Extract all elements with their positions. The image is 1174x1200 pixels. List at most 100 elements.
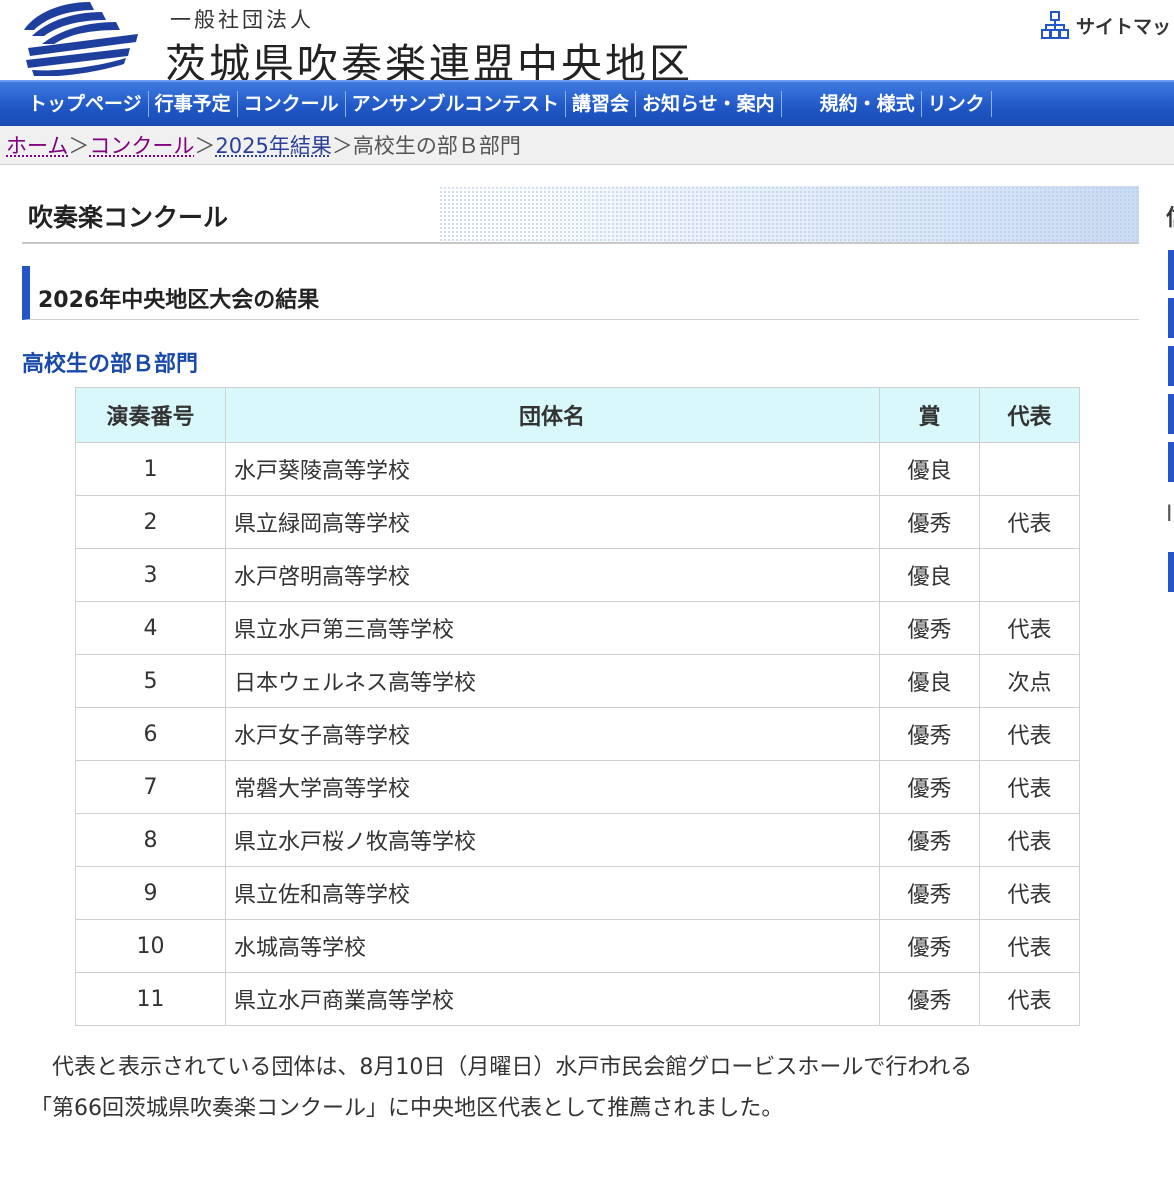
cell-award: 優秀 [879,866,980,920]
table-row: 4 県立水戸第三高等学校 優秀 代表 [75,601,1080,655]
breadcrumb-separator: ＞ [194,134,216,158]
table-row: 11 県立水戸商業高等学校 優秀 代表 [75,972,1080,1026]
cell-award: 優良 [879,548,980,602]
cell-name: 県立水戸商業高等学校 [225,972,880,1026]
cell-award: 優秀 [879,707,980,761]
cell-number: 4 [75,601,226,655]
cell-rep: 代表 [979,866,1080,920]
sitemap-icon [1041,11,1069,39]
cell-number: 6 [75,707,226,761]
table-row: 6 水戸女子高等学校 優秀 代表 [75,707,1080,761]
results-table: 演奏番号 団体名 賞 代表 1 水戸葵陵高等学校 優良 2 県立緑岡高等学校 優… [75,387,1080,1026]
breadcrumb-contest-link[interactable]: コンクール [89,130,194,160]
cell-number: 10 [75,919,226,973]
breadcrumb-results-link[interactable]: 2025年結果 [215,130,331,160]
table-row: 10 水城高等学校 優秀 代表 [75,919,1080,973]
breadcrumb-separator: ＞ [68,134,90,158]
table-row: 1 水戸葵陵高等学校 優良 [75,442,1080,496]
nav-item-rules[interactable]: 規約・様式 [814,91,922,117]
sidebar-item-marker[interactable] [1168,394,1174,434]
cell-rep: 代表 [979,601,1080,655]
cell-rep [979,442,1080,496]
sidebar-item-marker[interactable] [1168,346,1174,386]
sidebar-item-marker[interactable] [1168,298,1174,338]
cell-name: 水戸葵陵高等学校 [225,442,880,496]
column-header-number: 演奏番号 [75,387,226,443]
nav-item-top[interactable]: トップページ [0,91,149,117]
note-line-2: 「第66回茨城県吹奏楽コンクール」に中央地区代表として推薦されました。 [30,1096,784,1121]
table-header-row: 演奏番号 団体名 賞 代表 [75,387,1080,443]
breadcrumb-separator: ＞ [331,134,353,158]
cell-number: 9 [75,866,226,920]
cell-name: 水戸女子高等学校 [225,707,880,761]
nav-item-contest[interactable]: コンクール [238,91,346,117]
table-row: 7 常磐大学高等学校 優秀 代表 [75,760,1080,814]
cell-number: 11 [75,972,226,1026]
cell-name: 常磐大学高等学校 [225,760,880,814]
nav-item-news[interactable]: お知らせ・案内 [636,91,782,117]
cell-rep: 代表 [979,495,1080,549]
nav-item-events[interactable]: 行事予定 [149,91,238,117]
cell-number: 3 [75,548,226,602]
sidebar-item-marker[interactable] [1168,442,1174,482]
cell-name: 水城高等学校 [225,919,880,973]
heading-pattern [439,186,1139,242]
page-title: 吹奏楽コンクール [28,203,229,232]
table-row: 5 日本ウェルネス高等学校 優良 次点 [75,654,1080,708]
cell-award: 優秀 [879,760,980,814]
sidebar-item-marker[interactable] [1168,250,1174,290]
sidebar-item-fragment: I [1166,502,1173,527]
cell-award: 優良 [879,654,980,708]
nav-item-ensemble[interactable]: アンサンブルコンテスト [346,91,566,117]
cell-award: 優秀 [879,919,980,973]
cell-award: 優秀 [879,813,980,867]
cell-number: 1 [75,442,226,496]
column-header-award: 賞 [879,387,980,443]
cell-award: 優良 [879,442,980,496]
cell-rep: 代表 [979,972,1080,1026]
cell-number: 8 [75,813,226,867]
main-nav: トップページ 行事予定 コンクール アンサンブルコンテスト 講習会 お知らせ・案… [0,80,1174,126]
sitemap-link[interactable]: サイトマッ [1040,8,1171,42]
table-row: 2 県立緑岡高等学校 優秀 代表 [75,495,1080,549]
cell-name: 日本ウェルネス高等学校 [225,654,880,708]
breadcrumb: ホーム ＞ コンクール ＞ 2025年結果 ＞ 高校生の部Ｂ部門 [0,126,1174,165]
nav-item-links[interactable]: リンク [922,91,992,117]
cell-name: 県立佐和高等学校 [225,866,880,920]
cell-award: 優秀 [879,972,980,1026]
representative-note: 代表と表示されている団体は、8月10日（月曜日）水戸市民会館グロービスホールで行… [30,1047,1130,1129]
table-row: 8 県立水戸桜ノ牧高等学校 優秀 代表 [75,813,1080,867]
results-heading: 2026年中央地区大会の結果 [22,266,1139,320]
breadcrumb-current: 高校生の部Ｂ部門 [352,134,521,158]
results-title: 2026年中央地区大会の結果 [38,288,320,313]
cell-name: 水戸啓明高等学校 [225,548,880,602]
sidebar-item-marker[interactable] [1168,552,1174,592]
column-header-name: 団体名 [225,387,880,443]
cell-rep: 代表 [979,919,1080,973]
site-header: 一般社団法人 茨城県吹奏楽連盟中央地区 サイトマッ [0,0,1174,88]
sidebar-heading-fragment: 信 [1166,200,1174,232]
division-title: 高校生の部Ｂ部門 [22,352,199,377]
cell-rep: 代表 [979,813,1080,867]
table-row: 3 水戸啓明高等学校 優良 [75,548,1080,602]
cell-number: 7 [75,760,226,814]
sitemap-label: サイトマッ [1076,15,1172,38]
cell-rep: 代表 [979,760,1080,814]
nav-item-seminar[interactable]: 講習会 [566,91,636,117]
cell-number: 5 [75,654,226,708]
cell-rep [979,548,1080,602]
section-heading: 吹奏楽コンクール [22,186,1139,244]
cell-name: 県立緑岡高等学校 [225,495,880,549]
cell-rep: 代表 [979,707,1080,761]
note-line-1: 代表と表示されている団体は、8月10日（月曜日）水戸市民会館グロービスホールで行… [52,1055,973,1080]
cell-number: 2 [75,495,226,549]
table-row: 9 県立佐和高等学校 優秀 代表 [75,866,1080,920]
cell-rep: 次点 [979,654,1080,708]
cell-name: 県立水戸第三高等学校 [225,601,880,655]
breadcrumb-home-link[interactable]: ホーム [6,130,68,160]
cell-name: 県立水戸桜ノ牧高等学校 [225,813,880,867]
cell-award: 優秀 [879,601,980,655]
column-header-rep: 代表 [979,387,1080,443]
logo-icon[interactable] [20,0,152,76]
cell-award: 優秀 [879,495,980,549]
